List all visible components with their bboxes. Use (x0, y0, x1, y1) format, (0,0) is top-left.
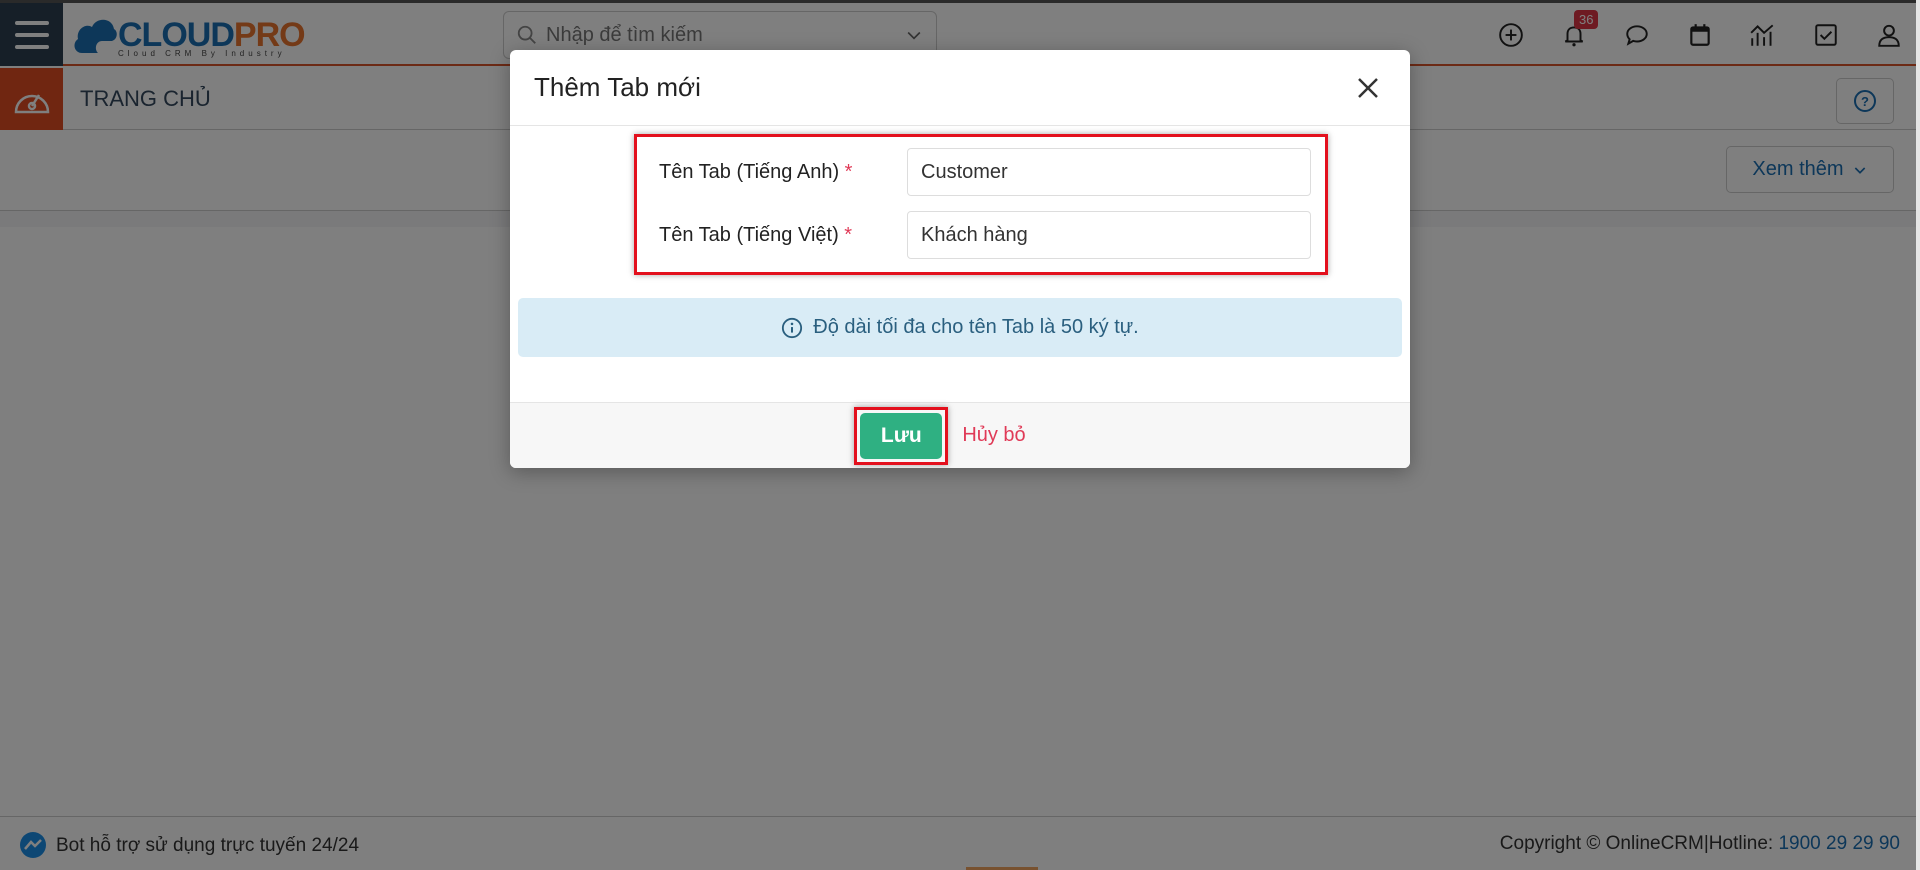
tab-name-vietnamese-input[interactable] (907, 211, 1311, 259)
tab-name-vietnamese-label: Tên Tab (Tiếng Việt) * (659, 223, 853, 246)
info-icon (782, 317, 803, 338)
save-button[interactable]: Lưu (860, 412, 943, 459)
page-scrollbar[interactable] (1916, 0, 1920, 870)
close-icon (1358, 77, 1378, 98)
field-row-english: Tên Tab (Tiếng Anh) * (659, 148, 1311, 196)
info-text: Độ dài tối đa cho tên Tab là 50 ký tự. (813, 316, 1139, 338)
add-tab-modal: Thêm Tab mới Tên Tab (Tiếng Anh) * Tên T… (510, 50, 1410, 468)
tab-name-english-input[interactable] (907, 148, 1311, 196)
field-row-vietnamese: Tên Tab (Tiếng Việt) * (659, 211, 1311, 259)
close-modal-button[interactable] (1350, 70, 1386, 106)
modal-body: Tên Tab (Tiếng Anh) * Tên Tab (Tiếng Việ… (510, 126, 1410, 402)
modal-footer: Lưu Hủy bỏ (510, 402, 1410, 468)
modal-header: Thêm Tab mới (510, 50, 1410, 126)
info-alert: Độ dài tối đa cho tên Tab là 50 ký tự. (518, 298, 1402, 357)
tab-name-english-label: Tên Tab (Tiếng Anh) * (659, 160, 853, 183)
page: CLOUDPRO Cloud CRM By Industry Nhập để t… (0, 0, 1920, 870)
cancel-link[interactable]: Hủy bỏ (962, 424, 1025, 447)
required-mark: * (844, 160, 853, 183)
save-highlight-box: Lưu (854, 406, 949, 465)
modal-title: Thêm Tab mới (534, 72, 701, 102)
fields-highlight-box: Tên Tab (Tiếng Anh) * Tên Tab (Tiếng Việ… (634, 134, 1328, 275)
required-mark: * (844, 223, 853, 246)
